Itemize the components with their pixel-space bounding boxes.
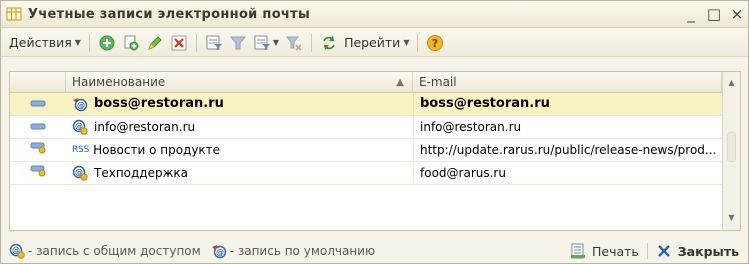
rss-icon: RSS bbox=[72, 145, 90, 155]
toolbar-separator bbox=[88, 33, 90, 52]
chevron-down-icon: ▼ bbox=[74, 38, 81, 47]
row-marker bbox=[10, 162, 66, 184]
account-name: boss@restoran.ru bbox=[94, 96, 224, 111]
table-row[interactable]: @ Техподдержка food@rarus.ru bbox=[10, 162, 722, 185]
title-bar: Учетные записи электронной почты _ □ × bbox=[1, 1, 748, 28]
edit-icon[interactable] bbox=[145, 33, 165, 53]
toolbar-separator bbox=[195, 33, 197, 52]
svg-text:@: @ bbox=[216, 248, 224, 257]
name-cell: @ boss@restoran.ru bbox=[66, 93, 413, 115]
scroll-thumb[interactable] bbox=[727, 132, 736, 162]
actions-menu[interactable]: Действия ▼ bbox=[6, 35, 84, 50]
account-name: Новости о продукте bbox=[93, 143, 221, 157]
chevron-down-icon: ▼ bbox=[403, 38, 410, 47]
account-name: info@restoran.ru bbox=[94, 120, 196, 134]
minimize-button[interactable]: _ bbox=[684, 5, 698, 23]
delete-icon[interactable] bbox=[169, 33, 189, 53]
toolbar: Действия ▼ ▼ Перейти ▼ ? bbox=[1, 29, 748, 57]
close-button[interactable]: Закрыть bbox=[652, 241, 743, 261]
email-cell: boss@restoran.ru bbox=[413, 93, 722, 115]
goto-menu-label: Перейти bbox=[344, 35, 401, 50]
column-header-email[interactable]: E-mail bbox=[413, 72, 722, 93]
svg-text:@: @ bbox=[77, 101, 85, 110]
minus-marker-icon bbox=[30, 93, 46, 115]
table-row[interactable]: @ info@restoran.ru info@restoran.ru bbox=[10, 116, 722, 139]
legend-shared-label: - запись с общим доступом bbox=[28, 243, 201, 258]
default-record-icon: @ bbox=[72, 96, 88, 112]
actions-menu-label: Действия bbox=[9, 35, 72, 50]
chevron-down-icon[interactable]: ▼ bbox=[273, 38, 279, 47]
footer-actions: Печать Закрыть bbox=[566, 241, 743, 261]
key-marker-icon bbox=[30, 162, 46, 184]
close-window-button[interactable]: × bbox=[730, 5, 744, 23]
sort-icon: ▲ bbox=[396, 77, 404, 88]
help-icon[interactable]: ? bbox=[425, 33, 445, 53]
legend-default: @ - запись по умолчанию bbox=[211, 243, 375, 259]
print-button-label: Печать bbox=[592, 243, 639, 259]
row-marker bbox=[10, 116, 66, 138]
marker-column-header bbox=[10, 72, 66, 93]
table-header: Наименование ▲ E-mail bbox=[10, 72, 740, 93]
email-cell: http://update.rarus.ru/public/release-ne… bbox=[413, 139, 722, 161]
filter-off-icon[interactable] bbox=[228, 33, 248, 53]
goto-menu[interactable]: Перейти ▼ bbox=[341, 35, 412, 50]
vertical-scrollbar[interactable]: ▲ ▼ bbox=[722, 72, 740, 230]
name-cell: @ info@restoran.ru bbox=[66, 116, 413, 138]
email-accounts-window: Учетные записи электронной почты _ □ × Д… bbox=[0, 0, 749, 264]
minus-marker-icon bbox=[30, 116, 46, 138]
shared-record-icon: @ bbox=[72, 119, 88, 135]
svg-text:?: ? bbox=[432, 37, 438, 50]
column-header-name[interactable]: Наименование ▲ bbox=[66, 72, 413, 93]
scroll-down-icon[interactable]: ▼ bbox=[723, 209, 740, 226]
copy-icon[interactable] bbox=[121, 33, 141, 53]
toolbar-separator bbox=[311, 33, 313, 52]
goto-icon[interactable] bbox=[319, 33, 339, 53]
footer-separator bbox=[646, 243, 648, 259]
shared-record-icon: @ bbox=[72, 165, 88, 181]
account-name: Техподдержка bbox=[94, 166, 189, 180]
table-row[interactable]: @ boss@restoran.ru boss@restoran.ru bbox=[10, 93, 722, 116]
key-marker-icon bbox=[30, 139, 46, 161]
legend-default-label: - запись по умолчанию bbox=[229, 243, 376, 258]
name-cell: RSS Новости о продукте bbox=[66, 139, 413, 161]
clear-filter-icon[interactable] bbox=[284, 33, 304, 53]
legend-shared: @ - запись с общим доступом bbox=[9, 243, 201, 259]
table-icon bbox=[6, 6, 22, 22]
add-icon[interactable] bbox=[97, 33, 117, 53]
filter-icon[interactable] bbox=[204, 33, 224, 53]
print-button[interactable]: Печать bbox=[566, 241, 643, 261]
email-cell: info@restoran.ru bbox=[413, 116, 722, 138]
print-icon bbox=[570, 243, 586, 259]
accounts-table[interactable]: Наименование ▲ E-mail @ boss@restoran.ru… bbox=[9, 71, 741, 231]
maximize-button[interactable]: □ bbox=[707, 5, 721, 23]
column-header-email-label: E-mail bbox=[419, 75, 457, 89]
table-row[interactable]: RSS Новости о продукте http://update.rar… bbox=[10, 139, 722, 162]
row-marker bbox=[10, 139, 66, 161]
scroll-up-icon[interactable]: ▲ bbox=[723, 74, 740, 91]
toolbar-separator bbox=[417, 33, 419, 52]
row-marker bbox=[10, 93, 66, 115]
window-title: Учетные записи электронной почты bbox=[28, 6, 311, 22]
close-icon bbox=[656, 243, 672, 259]
footer: @ - запись с общим доступом @ - запись п… bbox=[1, 237, 748, 264]
column-header-name-label: Наименование bbox=[72, 75, 166, 89]
shared-record-icon: @ bbox=[9, 243, 25, 259]
default-record-icon: @ bbox=[211, 243, 227, 259]
name-cell: @ Техподдержка bbox=[66, 162, 413, 184]
close-button-label: Закрыть bbox=[677, 243, 739, 259]
filter-list-icon[interactable] bbox=[252, 33, 272, 53]
legend: @ - запись с общим доступом @ - запись п… bbox=[9, 243, 385, 259]
email-cell: food@rarus.ru bbox=[413, 162, 722, 184]
